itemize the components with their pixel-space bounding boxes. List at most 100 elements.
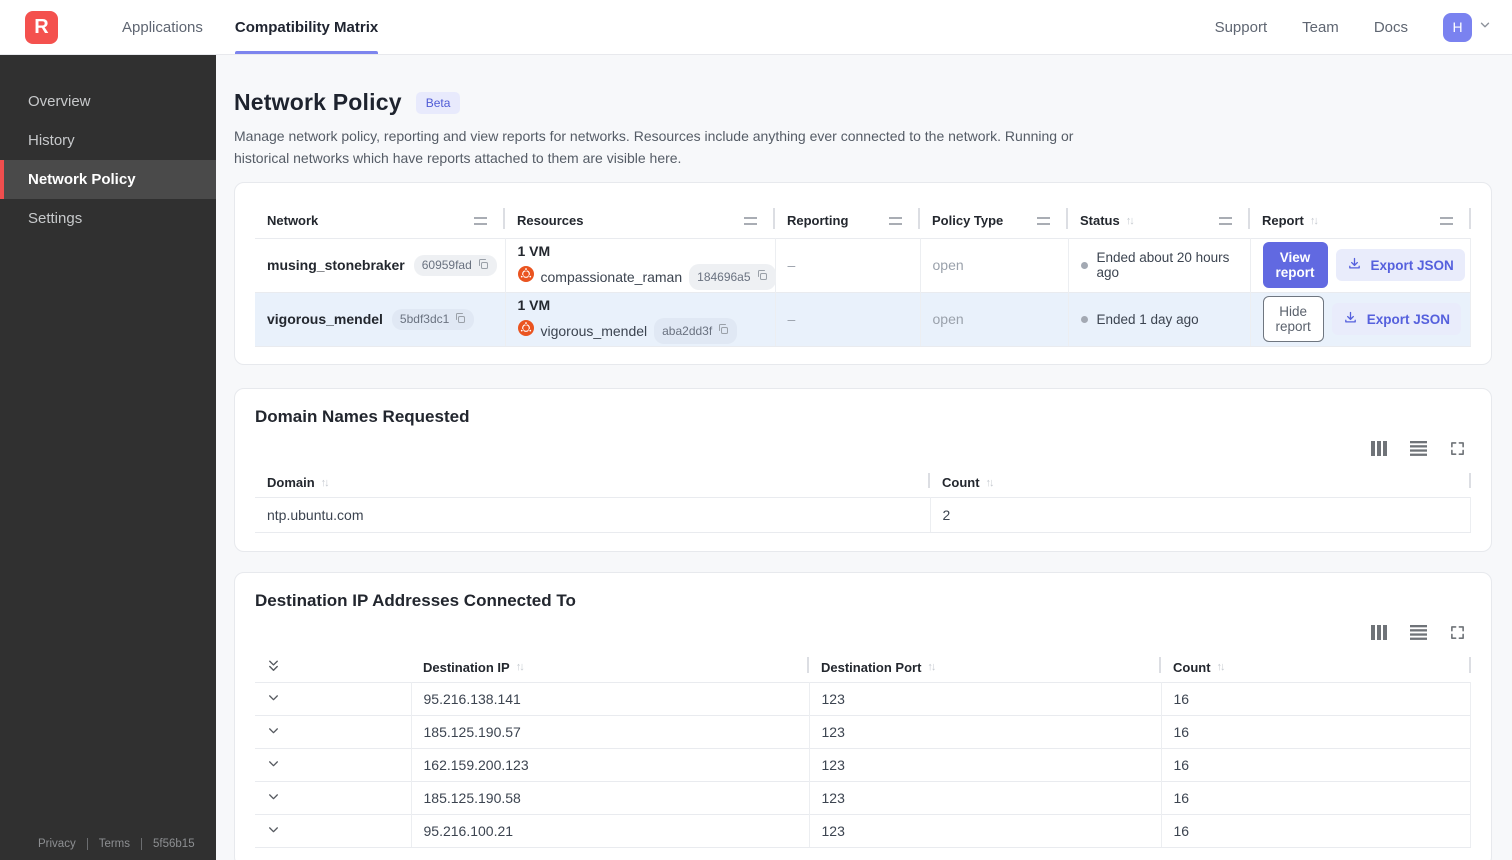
row-expand-chevron-icon[interactable] <box>267 823 280 836</box>
destination-ip-value: 162.159.200.123 <box>411 747 810 782</box>
resource-id: aba2dd3f <box>662 323 713 338</box>
row-expand-chevron-icon[interactable] <box>267 724 280 737</box>
col-header-count[interactable]: Count ↑↓ <box>1161 652 1471 682</box>
row-expand-chevron-icon[interactable] <box>267 757 280 770</box>
row-expand-chevron-icon[interactable] <box>267 691 280 704</box>
sort-icon[interactable]: ↑↓ <box>927 661 936 673</box>
col-label: Count <box>1173 659 1211 675</box>
card-title: Domain Names Requested <box>255 406 470 426</box>
view-report-button[interactable]: View report <box>1262 242 1328 289</box>
status-text: Ended about 20 hours ago <box>1096 250 1230 281</box>
ubuntu-icon <box>517 266 534 287</box>
column-resize-handle-icon[interactable] <box>1219 216 1232 225</box>
col-header-destination-ip[interactable]: Destination IP ↑↓ <box>411 652 809 682</box>
sort-icon[interactable]: ↑↓ <box>1217 661 1226 673</box>
columns-view-icon[interactable] <box>1371 625 1387 641</box>
link-support[interactable]: Support <box>1215 19 1268 36</box>
copy-icon[interactable] <box>454 312 466 327</box>
main-content: Network Policy Beta Manage network polic… <box>216 55 1512 860</box>
network-id: 60959fad <box>421 258 472 273</box>
terms-link[interactable]: Terms <box>99 838 130 850</box>
column-resize-handle-icon[interactable] <box>474 216 487 225</box>
destination-ip-value: 185.125.190.58 <box>411 780 810 815</box>
resource-id-badge: aba2dd3f <box>654 317 738 344</box>
copy-icon[interactable] <box>717 321 729 341</box>
col-header-report[interactable]: Report ↑↓ <box>1250 203 1471 238</box>
col-header-network: Network <box>255 203 505 238</box>
policy-type-value: open <box>920 237 1069 293</box>
table-row: 95.216.100.21 123 16 <box>255 813 1471 848</box>
table-row: 95.216.138.141 123 16 <box>255 681 1471 716</box>
export-json-label: Export JSON <box>1370 257 1454 273</box>
column-resize-handle-icon[interactable] <box>889 216 902 225</box>
network-name: vigorous_mendel <box>267 311 383 328</box>
tab-applications[interactable]: Applications <box>106 0 219 54</box>
count-value: 16 <box>1161 813 1471 848</box>
copy-icon[interactable] <box>756 267 768 287</box>
link-docs[interactable]: Docs <box>1374 19 1408 36</box>
count-value: 16 <box>1161 780 1471 815</box>
col-header-policy-type: Policy Type <box>920 203 1068 238</box>
privacy-link[interactable]: Privacy <box>38 838 76 850</box>
avatar[interactable]: H <box>1443 12 1472 42</box>
rows-view-icon[interactable] <box>1410 440 1427 456</box>
sidebar-footer: Privacy Terms 5f56b15 <box>38 838 195 850</box>
rows-view-icon[interactable] <box>1410 625 1427 641</box>
network-id: 5bdf3dc1 <box>399 312 450 327</box>
download-icon <box>1343 310 1358 328</box>
sort-icon[interactable]: ↑↓ <box>1126 215 1135 227</box>
destination-port-value: 123 <box>809 714 1162 749</box>
sidebar-item-network-policy[interactable]: Network Policy <box>0 160 216 199</box>
col-label: Report <box>1262 213 1304 229</box>
sidebar-item-overview[interactable]: Overview <box>0 82 216 121</box>
col-label: Destination IP <box>423 659 510 675</box>
col-header-destination-port[interactable]: Destination Port ↑↓ <box>809 652 1161 682</box>
col-label: Reporting <box>787 213 849 229</box>
card-title: Destination IP Addresses Connected To <box>255 591 576 611</box>
vm-count: 1 VM <box>517 242 551 259</box>
sort-icon[interactable]: ↑↓ <box>986 477 995 489</box>
col-label: Resources <box>517 213 584 229</box>
col-label: Domain <box>267 475 315 491</box>
destination-ip-value: 95.216.100.21 <box>411 813 810 848</box>
status-dot-icon <box>1080 261 1088 269</box>
sidebar-item-history[interactable]: History <box>0 121 216 160</box>
col-label: Status <box>1080 213 1120 229</box>
count-value: 16 <box>1161 747 1471 782</box>
count-value: 2 <box>930 497 1471 534</box>
export-json-button[interactable]: Export JSON <box>1335 249 1465 282</box>
link-team[interactable]: Team <box>1302 19 1339 36</box>
column-resize-handle-icon[interactable] <box>1439 216 1453 225</box>
fullscreen-icon[interactable] <box>1450 441 1465 456</box>
app-logo[interactable]: R <box>25 10 58 44</box>
destinations-table: Destination IP ↑↓ Destination Port ↑↓ Co… <box>255 652 1471 848</box>
reporting-value: – <box>775 237 921 293</box>
network-id-badge: 5bdf3dc1 <box>391 308 475 330</box>
col-header-count[interactable]: Count ↑↓ <box>930 468 1471 498</box>
count-value: 16 <box>1161 714 1471 749</box>
column-resize-handle-icon[interactable] <box>1037 216 1050 225</box>
col-header-status[interactable]: Status ↑↓ <box>1068 203 1250 238</box>
network-id-badge: 60959fad <box>413 254 497 276</box>
export-json-label: Export JSON <box>1366 311 1451 327</box>
hide-report-button[interactable]: Hide report <box>1262 296 1324 343</box>
sort-icon[interactable]: ↑↓ <box>1310 215 1319 227</box>
sort-icon[interactable]: ↑↓ <box>516 661 525 673</box>
sort-icon[interactable]: ↑↓ <box>321 477 330 489</box>
row-expand-chevron-icon[interactable] <box>267 790 280 803</box>
fullscreen-icon[interactable] <box>1450 625 1465 640</box>
expand-all-double-chevron-icon[interactable] <box>267 658 280 674</box>
col-header-domain[interactable]: Domain ↑↓ <box>255 468 930 498</box>
tab-compatibility-matrix[interactable]: Compatibility Matrix <box>219 0 394 54</box>
export-json-button[interactable]: Export JSON <box>1331 303 1462 336</box>
copy-icon[interactable] <box>477 258 489 273</box>
resource-name: compassionate_raman <box>540 268 683 285</box>
ubuntu-icon <box>517 320 534 341</box>
resource-name: vigorous_mendel <box>540 322 648 339</box>
sidebar-item-settings[interactable]: Settings <box>0 199 216 238</box>
chevron-down-icon <box>1478 18 1492 37</box>
user-menu[interactable]: H <box>1443 12 1492 42</box>
column-resize-handle-icon[interactable] <box>744 216 757 225</box>
columns-view-icon[interactable] <box>1371 440 1387 456</box>
destination-ip-value: 185.125.190.57 <box>411 714 810 749</box>
